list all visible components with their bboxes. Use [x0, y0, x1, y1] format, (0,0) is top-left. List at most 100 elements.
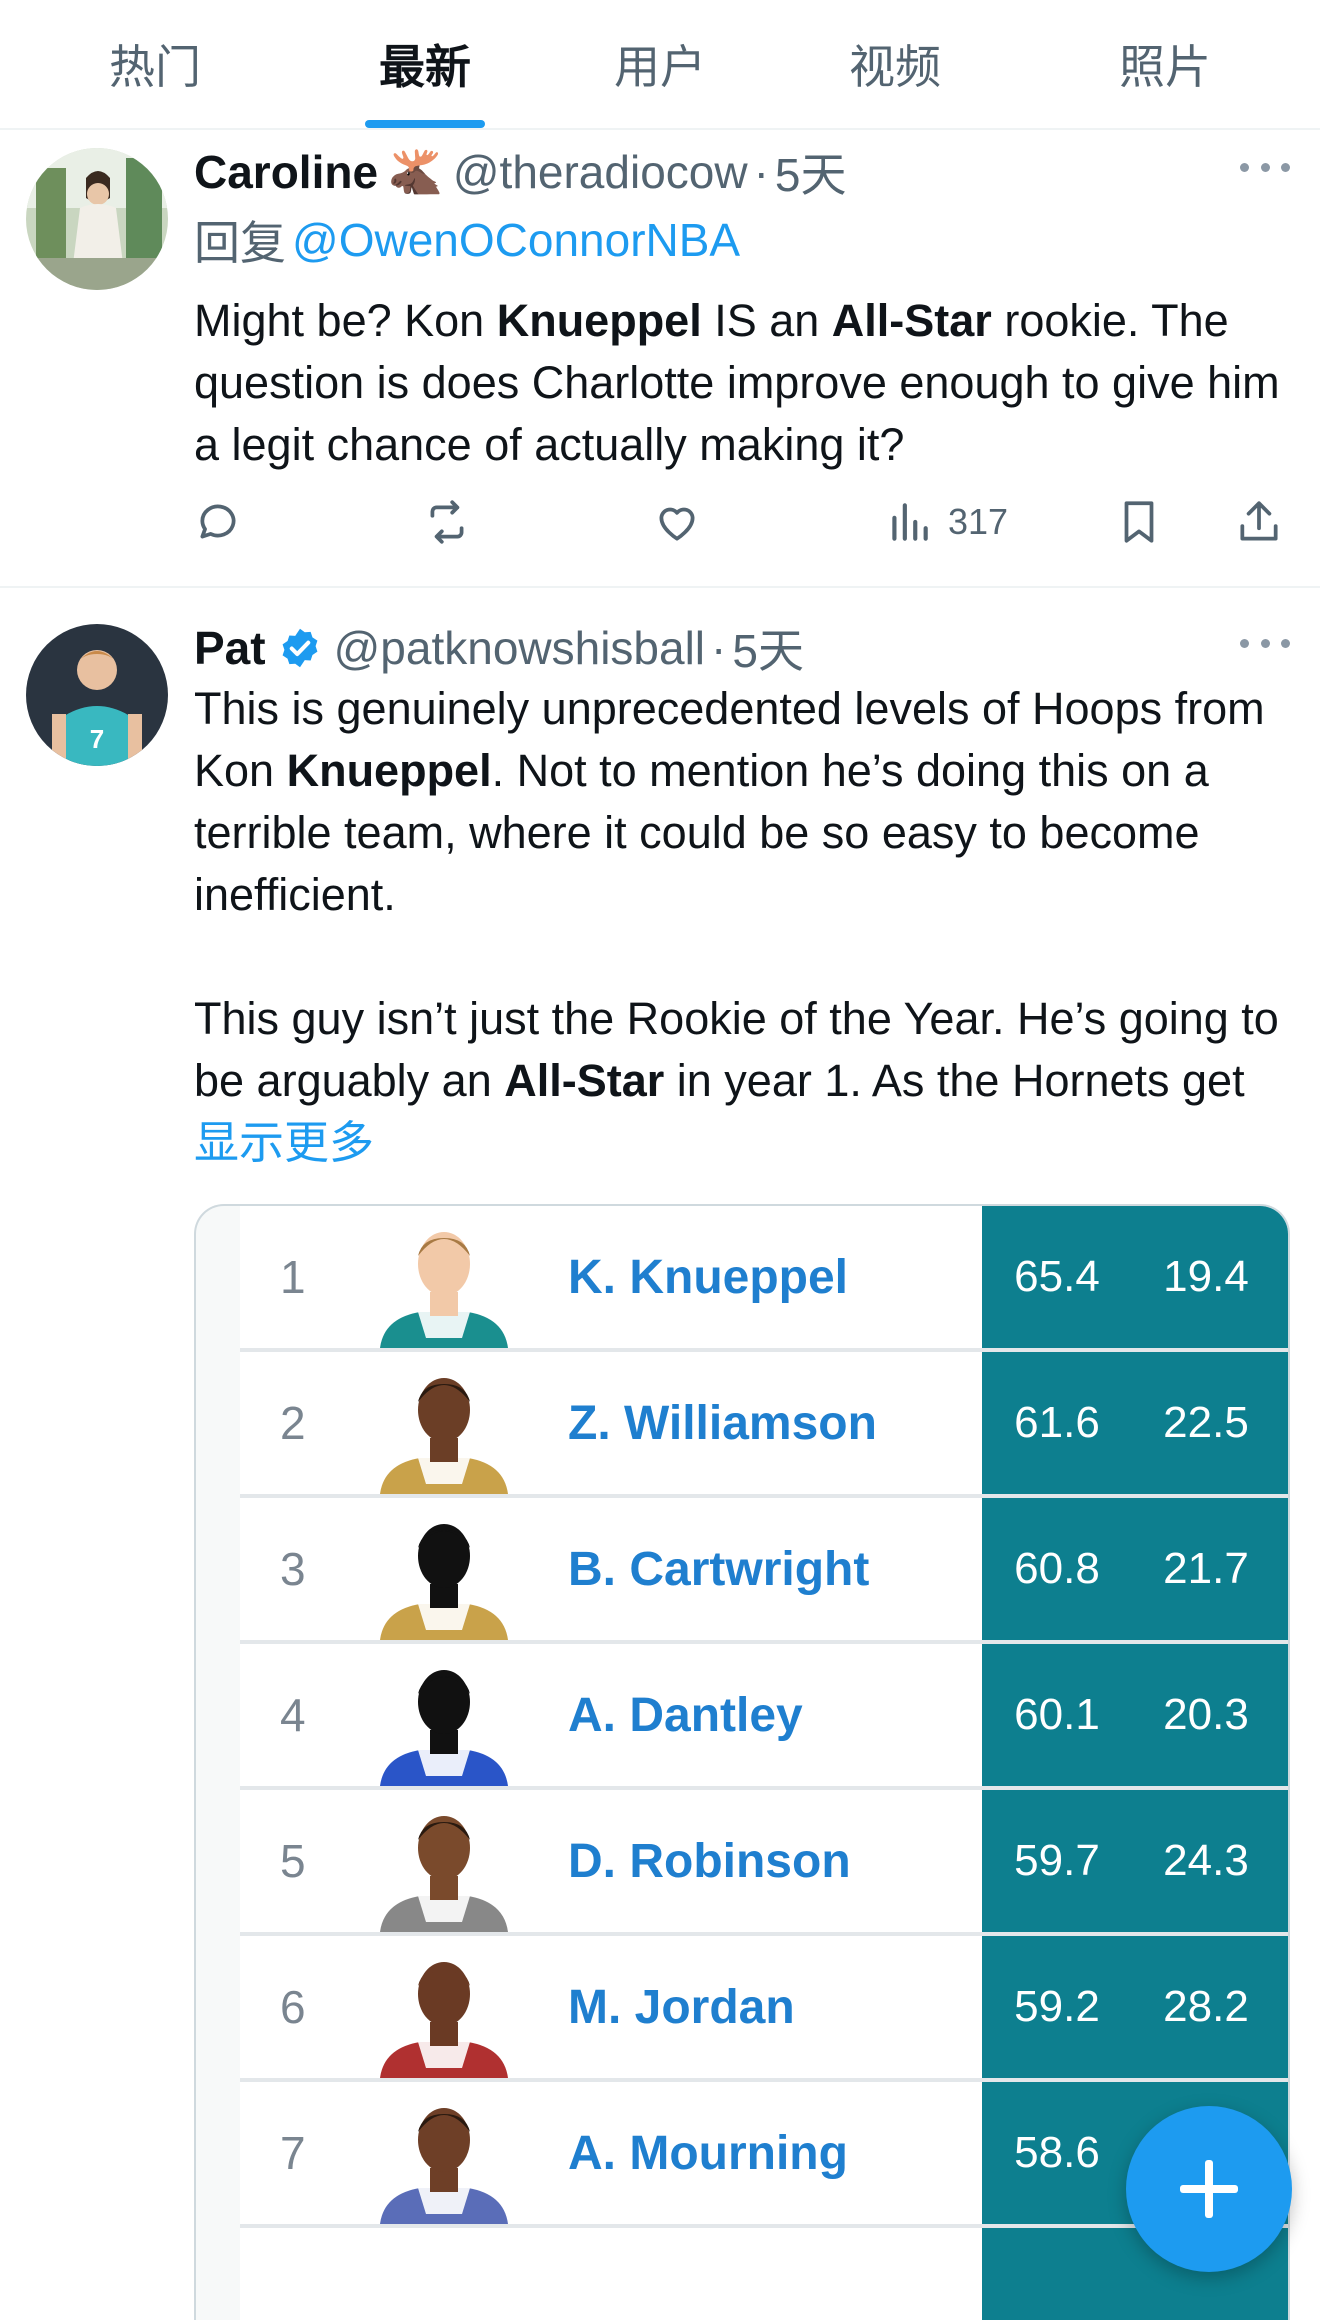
tweet-text-paragraph: This is genuinely unprecedented levels o… [194, 678, 1290, 926]
tweet-text-paragraph: This guy isn’t just the Rookie of the Ye… [194, 988, 1290, 1174]
stat-value: 58.6 [1014, 2128, 1100, 2177]
reply-icon [200, 504, 236, 539]
player-headshot-icon [380, 1816, 508, 1932]
compose-button[interactable] [1126, 2106, 1292, 2272]
stat-value: 24.3 [1163, 1836, 1249, 1885]
views-button[interactable]: 317 [884, 492, 1008, 552]
display-name[interactable]: Pat [194, 621, 266, 675]
player-name-link: K. Knueppel [568, 1250, 849, 1304]
bookmark-icon [1124, 501, 1154, 543]
stat-value: 60.8 [1014, 1544, 1100, 1593]
player-headshot-icon [380, 1378, 508, 1494]
text-bold-segment: All-Star [504, 1055, 665, 1106]
tweet-body: Pat @patknowshisball · 5天 This is genuin… [194, 618, 1290, 1174]
rank-number: 2 [280, 1397, 306, 1449]
tab-latest[interactable]: 最新 [310, 0, 540, 128]
like-button[interactable] [652, 492, 702, 552]
tab-people[interactable]: 用户 [545, 0, 775, 128]
player-headshot-icon [380, 1962, 508, 2078]
timestamp[interactable]: 5天 [775, 139, 847, 205]
stat-value: 28.2 [1163, 1982, 1249, 2031]
rank-number: 5 [280, 1835, 306, 1887]
top-tab-bar: 热门 最新 用户 视频 照片 [0, 0, 1320, 130]
separator-dot: · [753, 146, 769, 198]
player-name-link: A. Dantley [568, 1688, 803, 1742]
stat-value: 59.7 [1014, 1836, 1100, 1885]
reply-button[interactable] [194, 492, 244, 552]
text-segment: IS an [701, 295, 832, 346]
player-name-link: D. Robinson [568, 1834, 851, 1888]
player-headshot-icon [380, 1232, 508, 1348]
reply-mention-link[interactable]: @OwenOConnorNBA [292, 213, 740, 267]
stat-value: 21.7 [1163, 1544, 1249, 1593]
tab-label: 用户 [614, 40, 706, 94]
share-button[interactable] [1234, 492, 1284, 552]
user-handle[interactable]: @patknowshisball [334, 621, 705, 675]
rank-number: 3 [280, 1543, 306, 1595]
stat-value: 59.2 [1014, 1982, 1100, 2031]
table-row: 4 A. Dantley 60.1 20.3 [240, 1644, 1288, 1790]
tab-label: 热门 [109, 40, 201, 94]
avatar[interactable] [26, 148, 168, 290]
player-name-link: M. Jordan [568, 1980, 795, 2034]
bookmark-button[interactable] [1114, 492, 1164, 552]
svg-text:7: 7 [90, 724, 104, 754]
active-tab-indicator [365, 120, 485, 128]
rank-number: 4 [280, 1689, 306, 1741]
text-bold-segment: Knueppel [286, 745, 492, 796]
tweet-header: Pat @patknowshisball · 5天 [194, 618, 1290, 678]
text-segment: Might be? Kon [194, 295, 497, 346]
tweet-text: Might be? Kon Knueppel IS an All-Star ro… [194, 290, 1290, 476]
stat-value: 65.4 [1014, 1252, 1100, 1301]
table-row: 3 B. Cartwright 60.8 21.7 [240, 1498, 1288, 1644]
more-options-icon[interactable] [1240, 628, 1290, 658]
text-segment: in year 1. As the Hornets get [664, 1055, 1245, 1106]
display-name[interactable]: Caroline [194, 145, 378, 199]
table-row: 1 K. Knueppel 65.4 19.4 [240, 1206, 1288, 1352]
tweet-actions: 317 [194, 492, 1294, 552]
tab-videos[interactable]: 视频 [780, 0, 1010, 128]
stat-value: 22.5 [1163, 1398, 1249, 1447]
repost-icon [430, 500, 464, 544]
share-icon [1240, 501, 1278, 541]
reply-prefix: 回复 [194, 217, 286, 269]
table-row-partial [240, 2228, 1288, 2320]
stat-value: 20.3 [1163, 1690, 1249, 1739]
repost-button[interactable] [422, 492, 472, 552]
tab-photos[interactable]: 照片 [1050, 0, 1280, 128]
player-name-link: A. Mourning [568, 2126, 848, 2180]
views-icon [892, 503, 928, 541]
table-row: 5 D. Robinson 59.7 24.3 [240, 1790, 1288, 1936]
stat-value: 19.4 [1163, 1252, 1249, 1301]
text-bold-segment: All-Star [831, 295, 992, 346]
player-headshot-icon [380, 2108, 508, 2224]
verified-badge-icon [282, 628, 318, 668]
tweet-card[interactable]: Caroline 🫎 @theradiocow · 5天 回复 @OwenOCo… [0, 130, 1320, 588]
player-name-link: Z. Williamson [568, 1396, 877, 1450]
reply-context: 回复 @OwenOConnorNBA [194, 210, 1290, 270]
stats-table: 1 K. Knueppel 65.4 19.4 2 Z. Williamson 61.6 22… [240, 1206, 1288, 2320]
avatar[interactable]: 7 [26, 624, 168, 766]
timestamp[interactable]: 5天 [732, 615, 804, 681]
separator-dot: · [711, 622, 727, 674]
rank-number: 7 [280, 2127, 306, 2179]
heart-icon [659, 507, 695, 541]
views-count: 317 [948, 501, 1009, 542]
table-row: 2 Z. Williamson 61.6 22.5 [240, 1352, 1288, 1498]
tab-label: 最新 [379, 40, 471, 94]
tweet-body: Caroline 🫎 @theradiocow · 5天 回复 @OwenOCo… [194, 142, 1290, 476]
tab-label: 照片 [1119, 40, 1211, 94]
stat-value: 61.6 [1014, 1398, 1100, 1447]
tab-trending[interactable]: 热门 [40, 0, 270, 128]
moose-emoji-icon: 🫎 [388, 148, 443, 197]
user-handle[interactable]: @theradiocow [453, 145, 748, 199]
text-bold-segment: Knueppel [496, 295, 702, 346]
table-row: 6 M. Jordan 59.2 28.2 [240, 1936, 1288, 2082]
rank-number: 1 [280, 1251, 306, 1303]
show-more-link[interactable]: 显示更多 [194, 1117, 374, 1168]
player-name-link: B. Cartwright [568, 1542, 870, 1596]
player-headshot-icon [380, 1524, 508, 1640]
more-options-icon[interactable] [1240, 152, 1290, 182]
player-headshot-icon [380, 1670, 508, 1786]
tweet-media-image[interactable]: 1 K. Knueppel 65.4 19.4 2 Z. Williamson 61.6 22… [194, 1204, 1290, 2320]
